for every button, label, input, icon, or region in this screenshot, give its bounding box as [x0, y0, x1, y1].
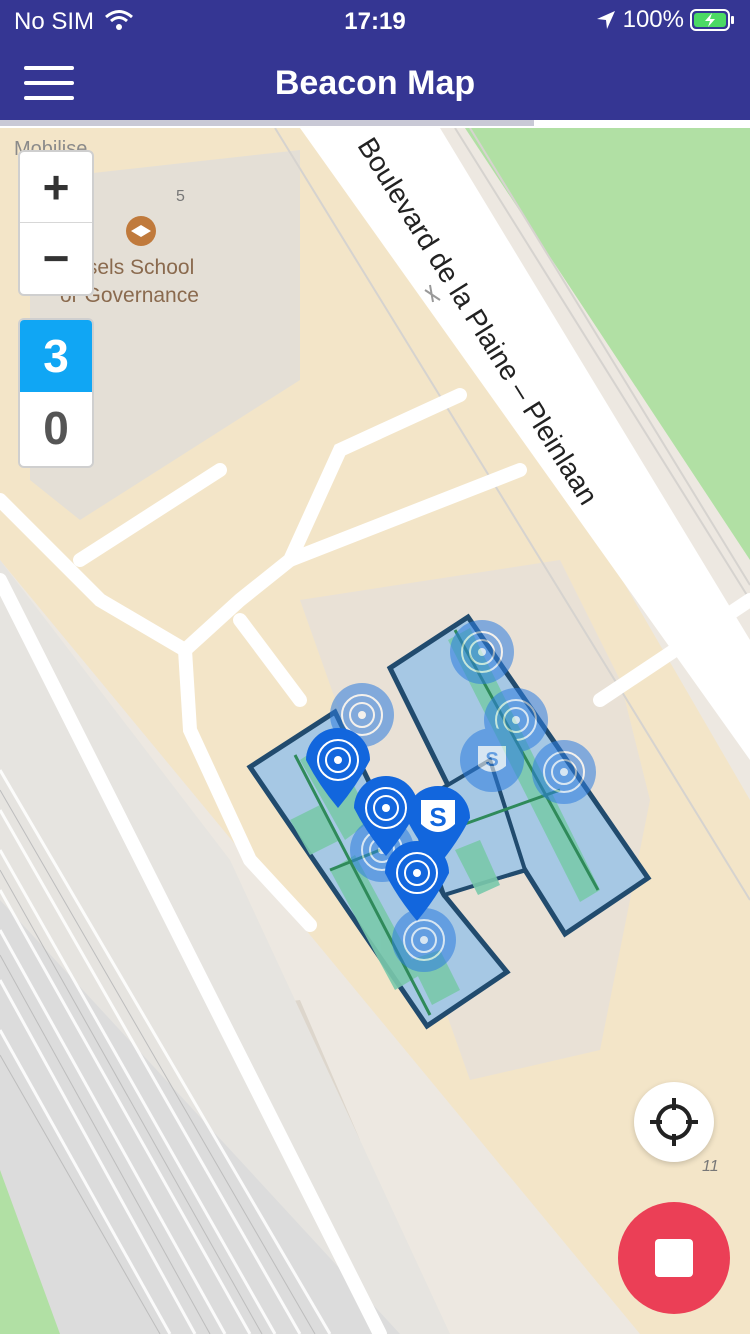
battery-percent: 100%	[622, 6, 684, 33]
crosshair-icon	[650, 1098, 698, 1146]
stop-scan-button[interactable]	[618, 1202, 730, 1314]
number-label: 5	[176, 188, 185, 205]
page-title: Beacon Map	[274, 64, 476, 102]
svg-text:S: S	[429, 802, 446, 832]
stop-icon	[655, 1239, 693, 1277]
svg-text:S: S	[485, 749, 498, 771]
floor-button-0[interactable]: 0	[20, 392, 92, 464]
floor-selector: 3 0	[18, 318, 94, 468]
zoom-control: + −	[18, 150, 94, 296]
status-bar: No SIM 17:19 100%	[0, 0, 750, 40]
zoom-level-label: 11	[702, 1158, 719, 1175]
app-header: No SIM 17:19 100% Beacon Map	[0, 0, 750, 120]
zoom-out-button[interactable]: −	[20, 223, 92, 293]
locate-me-button[interactable]	[634, 1082, 714, 1162]
floor-button-3[interactable]: 3	[20, 320, 92, 392]
status-right: 100%	[595, 6, 736, 34]
zoom-in-button[interactable]: +	[20, 152, 92, 222]
progress-strip	[0, 120, 750, 128]
battery-charging-icon	[690, 9, 734, 31]
map-view[interactable]: S S Mobilise 5 ussels School or Governan…	[0, 128, 750, 1334]
location-arrow-icon	[596, 11, 615, 29]
